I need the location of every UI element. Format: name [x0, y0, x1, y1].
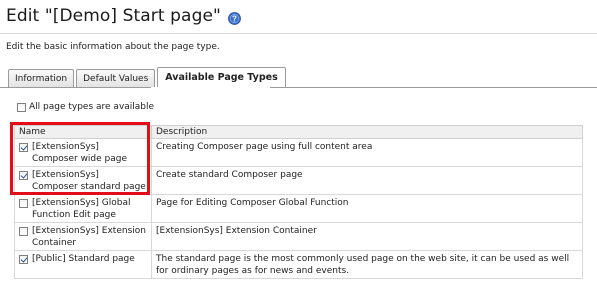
table-row: [ExtensionSys] Composer wide page Creati…	[14, 138, 583, 167]
column-header-name: Name	[14, 125, 152, 139]
table-row: [ExtensionSys] Composer standard page Cr…	[14, 166, 583, 195]
page-types-table: Name Description [ExtensionSys] Composer…	[14, 125, 583, 279]
row-checkbox[interactable]	[19, 199, 28, 208]
page-type-description: The standard page is the most commonly u…	[151, 250, 583, 279]
page-type-name: [Public] Standard page	[32, 254, 135, 264]
tab-divider	[0, 87, 597, 88]
table-row: [Public] Standard page The standard page…	[14, 250, 583, 279]
all-types-option: All page types are available	[17, 102, 154, 112]
page-type-name: [ExtensionSys] Composer wide page	[32, 142, 128, 164]
tab-default-values[interactable]: Default Values	[76, 69, 156, 87]
svg-text:?: ?	[232, 14, 237, 23]
row-checkbox[interactable]	[19, 255, 28, 264]
row-checkbox[interactable]	[19, 171, 28, 180]
page-type-description: Creating Composer page using full conten…	[151, 138, 583, 167]
page-type-name: [ExtensionSys] Extension Container	[32, 226, 146, 248]
intro-text: Edit the basic information about the pag…	[6, 42, 220, 52]
all-types-checkbox[interactable]	[17, 102, 26, 112]
title-divider	[0, 33, 597, 34]
page-type-description: [ExtensionSys] Extension Container	[151, 222, 583, 251]
table-row: [ExtensionSys] Global Function Edit page…	[14, 194, 583, 223]
page-title: Edit "[Demo] Start page"	[6, 6, 221, 26]
page-type-name: [ExtensionSys] Global Function Edit page	[32, 198, 131, 220]
tab-bar: Information Default Values Available Pag…	[8, 67, 288, 87]
page-header: Edit "[Demo] Start page" ?	[6, 4, 241, 28]
column-header-description: Description	[151, 125, 583, 139]
tab-available-page-types[interactable]: Available Page Types	[157, 67, 286, 87]
row-checkbox[interactable]	[19, 143, 28, 152]
tab-information[interactable]: Information	[8, 69, 75, 87]
page-type-description: Page for Editing Composer Global Functio…	[151, 194, 583, 223]
all-types-label: All page types are available	[29, 102, 155, 112]
page-type-name: [ExtensionSys] Composer standard page	[32, 170, 146, 192]
help-icon[interactable]: ?	[228, 10, 241, 25]
row-checkbox[interactable]	[19, 227, 28, 236]
table-row: [ExtensionSys] Extension Container [Exte…	[14, 222, 583, 251]
page-type-description: Create standard Composer page	[151, 166, 583, 195]
